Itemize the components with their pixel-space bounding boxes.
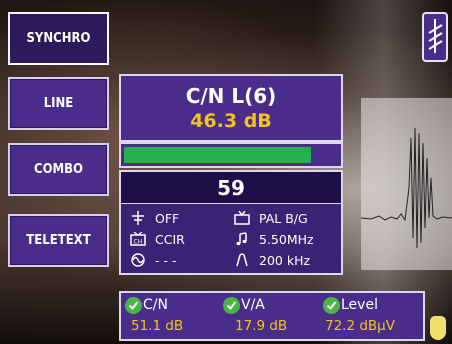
side-knob[interactable] <box>430 316 446 340</box>
status-panel: C/N 51.1 dB V/A 17.9 dB Level 72.2 dBµV <box>119 291 425 341</box>
info-panel: 59 OFF PAL B/G CH CCIR 5.50MHz - - - 200… <box>119 170 343 275</box>
va-status: V/A 17.9 dB <box>223 295 287 334</box>
standard-status: PAL B/G <box>233 208 308 228</box>
bandwidth-value: 200 kHz <box>259 252 311 268</box>
antenna-button[interactable] <box>422 12 448 62</box>
color-system-icon: CH <box>129 232 147 246</box>
tv-icon <box>233 211 251 225</box>
va-value: 17.9 dB <box>235 318 288 334</box>
color-system-value: CCIR <box>155 231 185 247</box>
cn-status: C/N 51.1 dB <box>125 295 183 334</box>
antenna-icon <box>426 15 444 59</box>
teletext-button[interactable]: TELETEXT <box>8 214 109 267</box>
check-icon <box>223 296 240 314</box>
check-icon <box>323 296 340 314</box>
oscilloscope-view <box>360 98 452 270</box>
measurement-panel: C/N L(6) 46.3 dB <box>119 74 343 142</box>
level-status: Level 72.2 dBµV <box>323 295 395 334</box>
bandwidth-icon <box>233 253 251 267</box>
standard-value: PAL B/G <box>259 210 308 226</box>
color-system-status: CH CCIR <box>129 229 185 249</box>
measurement-value: 46.3 dB <box>190 110 272 132</box>
music-note-icon <box>233 232 251 246</box>
sine-wave-icon <box>129 253 147 267</box>
level-label: Level <box>341 297 378 313</box>
combo-button[interactable]: COMBO <box>8 143 109 196</box>
line-button[interactable]: LINE <box>8 77 109 130</box>
wave-status: - - - <box>129 250 176 270</box>
cn-value: 51.1 dB <box>131 318 184 334</box>
va-label: V/A <box>241 297 265 313</box>
level-bar <box>119 142 343 168</box>
check-icon <box>125 296 142 314</box>
channel-number: 59 <box>121 172 341 204</box>
synchro-button[interactable]: SYNCHRO <box>8 12 109 65</box>
cn-label: C/N <box>143 297 168 313</box>
sound-carrier-value: 5.50MHz <box>259 231 314 247</box>
wave-value: - - - <box>155 252 177 268</box>
sound-off-icon <box>129 211 147 225</box>
svg-text:CH: CH <box>134 239 143 246</box>
measurement-title: C/N L(6) <box>185 84 277 108</box>
sound-carrier-status: 5.50MHz <box>233 229 314 249</box>
sound-status: OFF <box>129 208 179 228</box>
bandwidth-status: 200 kHz <box>233 250 310 270</box>
level-value: 72.2 dBµV <box>325 318 396 334</box>
level-bar-fill <box>124 147 313 163</box>
sound-value: OFF <box>155 210 180 226</box>
info-grid: OFF PAL B/G CH CCIR 5.50MHz - - - 200 kH… <box>121 204 341 274</box>
